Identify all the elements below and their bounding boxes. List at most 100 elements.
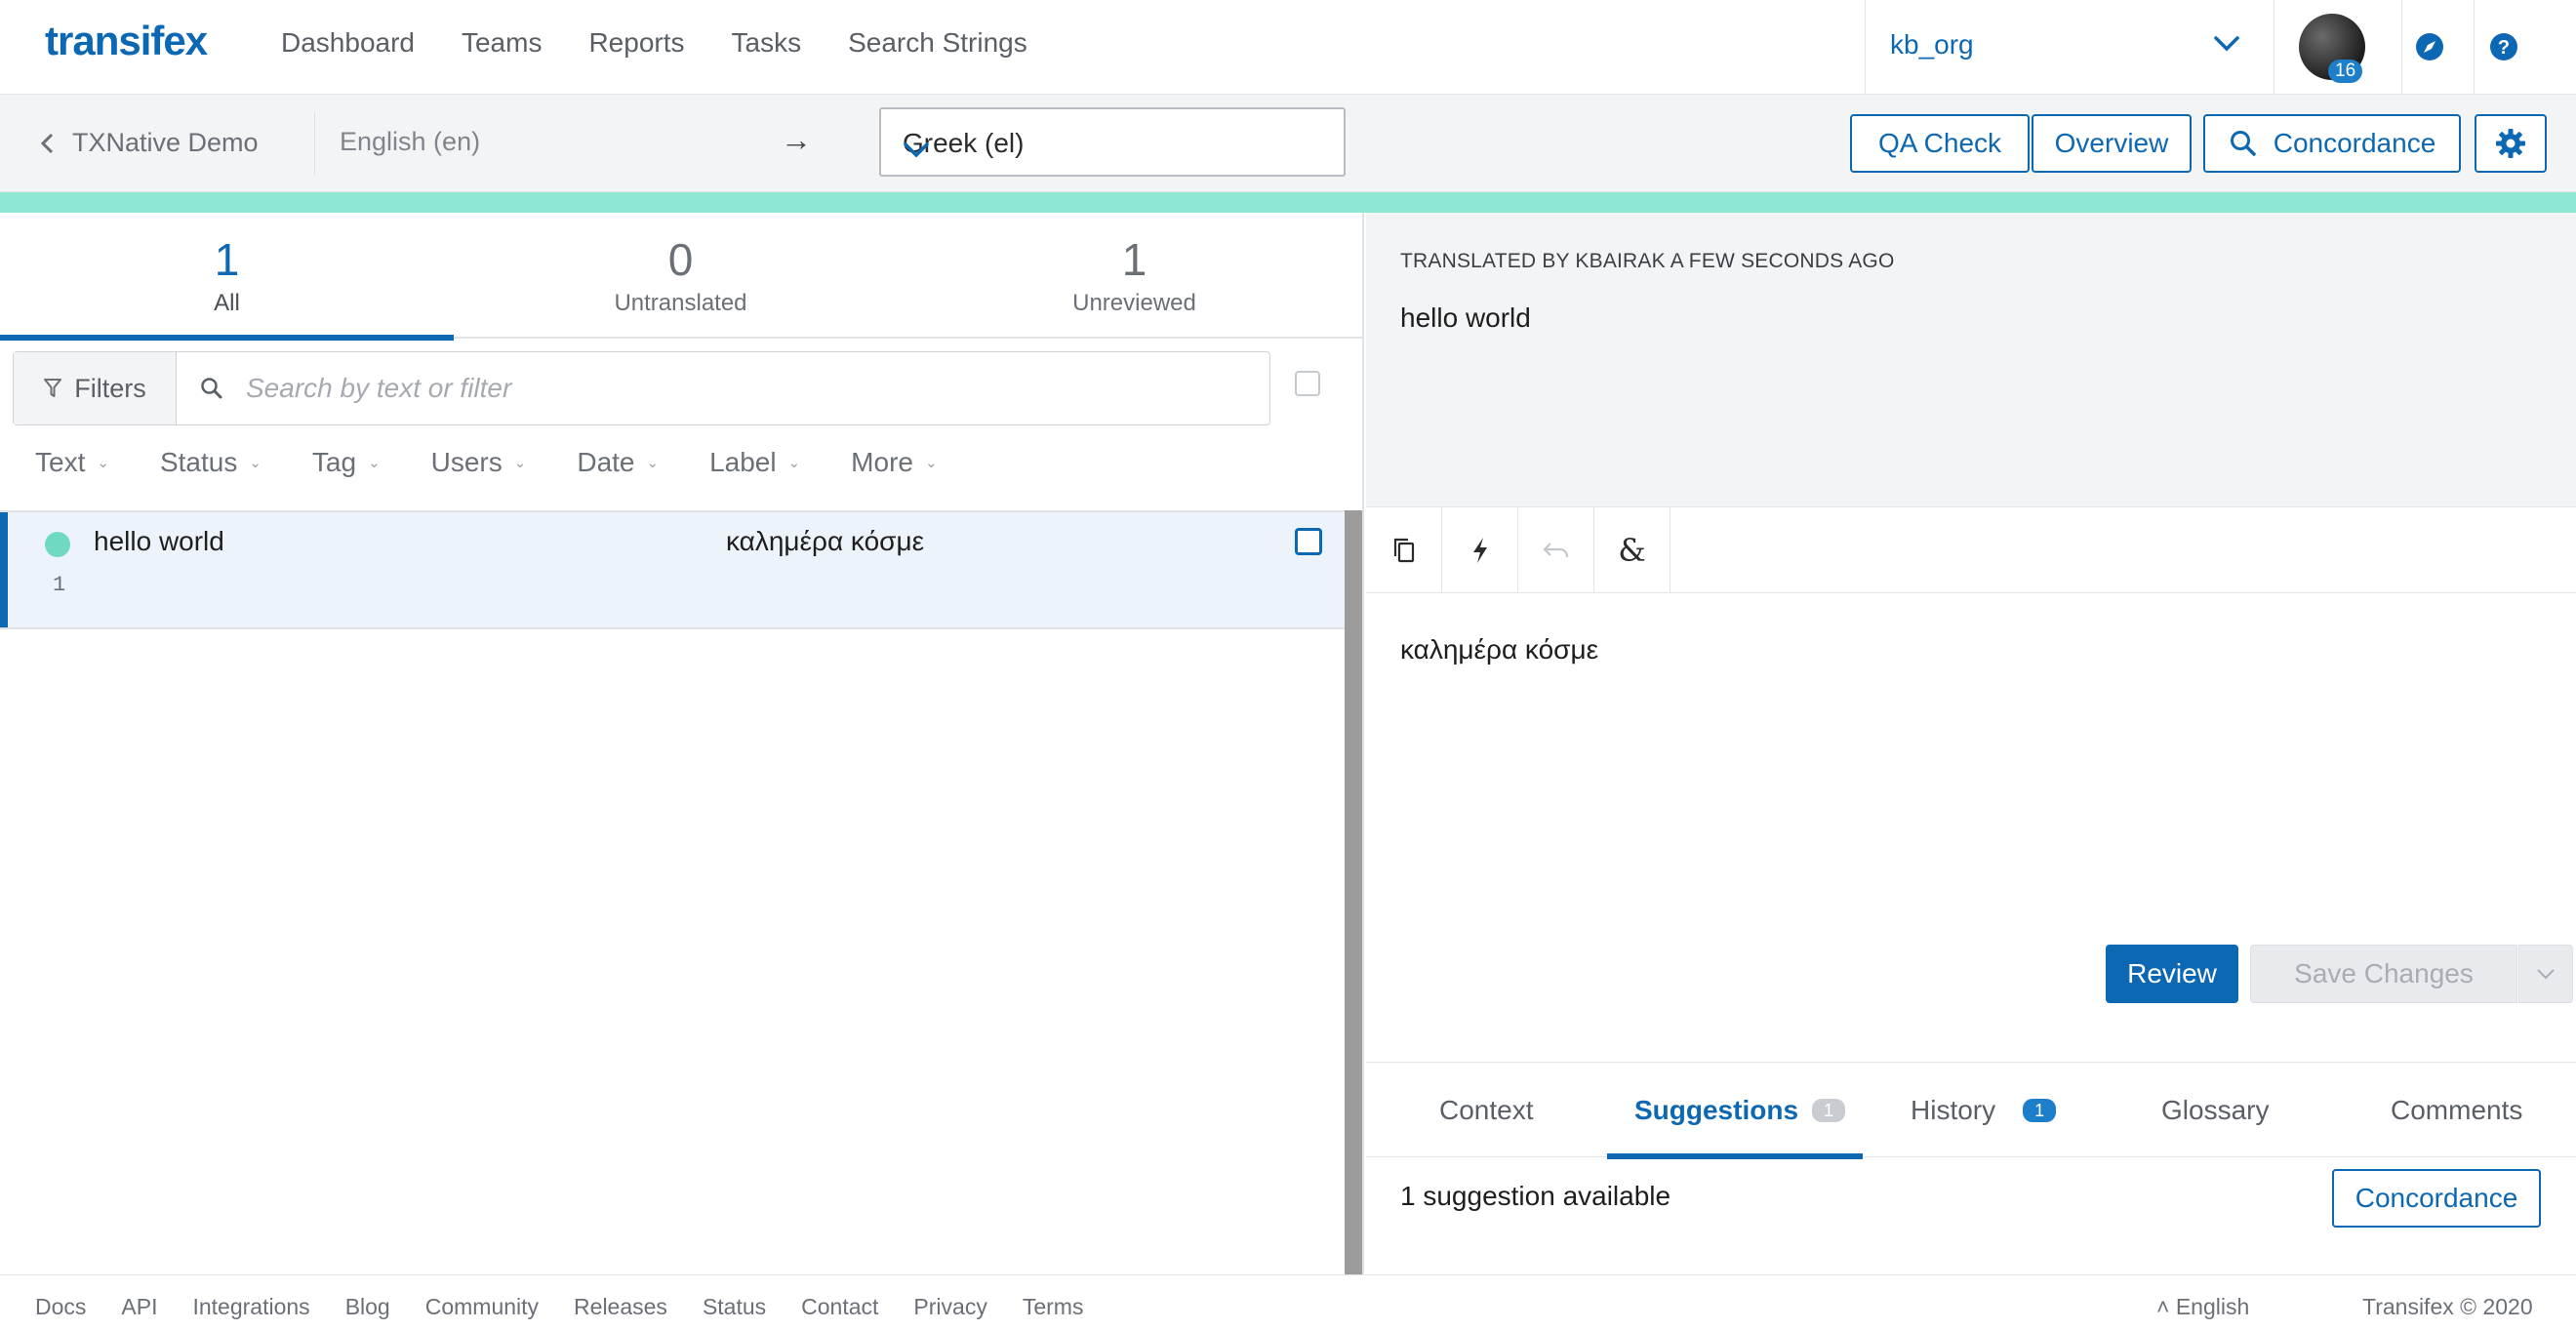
chevron-down-icon: ⌄	[97, 455, 109, 471]
sort-users[interactable]: Users ⌄	[431, 447, 527, 478]
tab-history[interactable]: History 1	[1911, 1063, 2057, 1158]
sort-label: Tag	[311, 447, 357, 477]
nav-dashboard[interactable]: Dashboard	[281, 27, 415, 59]
source-text: hello world	[1400, 302, 1531, 333]
chevron-down-icon	[2537, 969, 2555, 980]
translation-progress-bar	[0, 192, 2576, 213]
concordance-search-button[interactable]: Concordance	[2332, 1169, 2541, 1228]
tab-count: 1	[1121, 234, 1147, 285]
chevron-left-icon	[40, 133, 54, 153]
org-switcher[interactable]: kb_org	[1865, 0, 2274, 95]
sort-date[interactable]: Date ⌄	[577, 447, 659, 478]
footer-link-status[interactable]: Status	[703, 1294, 766, 1320]
sort-more[interactable]: More ⌄	[851, 447, 937, 478]
tab-label: Context	[1439, 1095, 1534, 1125]
org-name: kb_org	[1890, 29, 1974, 60]
string-index: 1	[53, 573, 66, 597]
review-button[interactable]: Review	[2106, 945, 2238, 1003]
target-language-select[interactable]: Greek (el)	[879, 107, 1346, 177]
search-input[interactable]	[246, 366, 1222, 411]
auto-translate-button[interactable]	[1442, 507, 1518, 593]
nav-teams[interactable]: Teams	[462, 27, 542, 59]
filters-label: Filters	[74, 373, 146, 403]
chevron-down-icon: ⌄	[249, 455, 262, 471]
tab-label: Untranslated	[614, 290, 747, 316]
back-to-project[interactable]: TXNative Demo	[39, 128, 259, 158]
translation-text[interactable]: καλημέρα κόσμε	[1400, 634, 1598, 666]
suggestions-count-badge: 1	[1812, 1099, 1846, 1122]
svg-text:?: ?	[2498, 37, 2510, 59]
divider	[314, 112, 315, 175]
tab-label: All	[214, 290, 240, 316]
footer-link-integrations[interactable]: Integrations	[192, 1294, 309, 1320]
copy-source-button[interactable]	[1366, 507, 1442, 593]
sort-tag[interactable]: Tag ⌄	[312, 447, 381, 478]
tab-all[interactable]: 1 All	[0, 213, 454, 341]
tab-untranslated[interactable]: 0 Untranslated	[454, 213, 907, 339]
selected-indicator	[0, 512, 8, 627]
editor-toolbar: &	[1366, 507, 2576, 593]
editor-bottom-tabs: Context Suggestions 1 History 1 Glossary…	[1366, 1062, 2576, 1159]
sort-text[interactable]: Text ⌄	[35, 447, 109, 478]
footer-link-contact[interactable]: Contact	[801, 1294, 878, 1320]
tab-unreviewed[interactable]: 1 Unreviewed	[907, 213, 1361, 339]
sort-label: Date	[577, 447, 635, 477]
sort-label: Users	[430, 447, 503, 477]
gear-icon	[2496, 129, 2525, 158]
footer-link-terms[interactable]: Terms	[1023, 1294, 1084, 1320]
chevron-down-icon: ⌄	[924, 455, 938, 471]
qa-check-button[interactable]: QA Check	[1850, 114, 2030, 173]
select-all-checkbox[interactable]	[1295, 371, 1320, 396]
nav-reports[interactable]: Reports	[588, 27, 684, 59]
nav-search-strings[interactable]: Search Strings	[848, 27, 1027, 59]
copyright: Transifex © 2020	[2362, 1294, 2533, 1319]
tab-suggestions[interactable]: Suggestions 1	[1606, 1063, 1864, 1159]
main-nav: Dashboard Teams Reports Tasks Search Str…	[281, 27, 1074, 59]
editor-subbar: TXNative Demo English (en) → Greek (el) …	[0, 95, 2576, 192]
undo-button[interactable]	[1518, 507, 1594, 593]
nav-tasks[interactable]: Tasks	[732, 27, 802, 59]
notification-badge: 16	[2328, 60, 2363, 83]
footer-link-privacy[interactable]: Privacy	[913, 1294, 986, 1320]
strings-panel: 1 All 0 Untranslated 1 Unreviewed Filter…	[0, 213, 1364, 1274]
concordance-button[interactable]: Concordance	[2203, 114, 2461, 173]
tab-label: Suggestions	[1634, 1095, 1799, 1125]
sort-label: Status	[159, 447, 238, 477]
filters-button[interactable]: Filters	[14, 352, 177, 424]
save-options-button[interactable]	[2518, 945, 2573, 1003]
overview-button[interactable]: Overview	[2032, 114, 2192, 173]
row-checkbox[interactable]	[1295, 528, 1322, 555]
sort-label: More	[851, 447, 913, 477]
chevron-down-icon: ⌄	[368, 455, 381, 471]
sort-status[interactable]: Status ⌄	[160, 447, 262, 478]
history-count-badge: 1	[2023, 1099, 2057, 1122]
tab-context[interactable]: Context	[1439, 1063, 1534, 1158]
tab-glossary[interactable]: Glossary	[2161, 1063, 2269, 1158]
chevron-down-icon	[2213, 35, 2240, 58]
source-pane: TRANSLATED BY KBAIRAK A FEW SECONDS AGO …	[1366, 213, 2576, 507]
scrollbar[interactable]	[1345, 510, 1362, 1274]
footer-link-docs[interactable]: Docs	[35, 1294, 86, 1320]
divider	[2474, 0, 2475, 95]
tab-comments[interactable]: Comments	[2391, 1063, 2522, 1158]
ampersand-icon: &	[1618, 532, 1646, 569]
special-characters-button[interactable]: &	[1594, 507, 1670, 593]
funnel-icon	[44, 379, 62, 397]
language-switcher[interactable]: ˄ English	[2156, 1294, 2249, 1320]
compass-icon[interactable]	[2412, 29, 2447, 64]
sort-label-filter[interactable]: Label ⌄	[709, 447, 800, 478]
footer-link-releases[interactable]: Releases	[574, 1294, 667, 1320]
footer-link-community[interactable]: Community	[425, 1294, 539, 1320]
settings-button[interactable]	[2475, 114, 2547, 173]
tab-label: History	[1911, 1095, 1996, 1125]
tab-count: 0	[667, 234, 694, 285]
help-icon[interactable]: ?	[2486, 29, 2521, 64]
transifex-logo[interactable]: transifex	[45, 18, 208, 64]
footer-link-blog[interactable]: Blog	[345, 1294, 390, 1320]
tab-label: Comments	[2391, 1095, 2523, 1125]
source-language: English (en)	[340, 127, 481, 156]
string-row[interactable]: hello world καλημέρα κόσμε 1	[0, 510, 1345, 629]
save-changes-button[interactable]: Save Changes	[2250, 945, 2517, 1003]
footer-link-api[interactable]: API	[121, 1294, 157, 1320]
chevron-down-icon	[903, 135, 1326, 166]
